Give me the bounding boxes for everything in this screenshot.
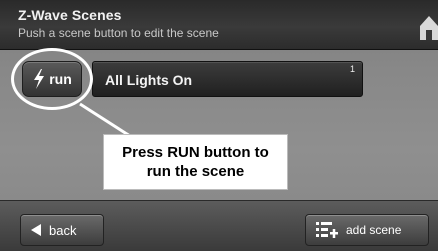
callout-highlight-ring: [11, 48, 93, 110]
instruction-callout: Press RUN button to run the scene: [103, 134, 288, 190]
home-icon[interactable]: [416, 12, 438, 42]
footer-bar: back add scene: [0, 200, 438, 251]
page-title: Z-Wave Scenes: [18, 7, 122, 23]
list-plus-icon: [316, 222, 338, 238]
left-arrow-icon: [31, 224, 41, 236]
header: Z-Wave Scenes Push a scene button to edi…: [0, 0, 438, 50]
page-subtitle: Push a scene button to edit the scene: [18, 26, 219, 40]
zwave-scenes-screen: Z-Wave Scenes Push a scene button to edi…: [0, 0, 438, 251]
scene-number: 1: [349, 64, 355, 74]
add-scene-button-label: add scene: [346, 223, 402, 237]
scene-name-label: All Lights On: [105, 72, 193, 88]
add-scene-button[interactable]: add scene: [305, 214, 429, 246]
callout-text: Press RUN button to run the scene: [122, 144, 269, 180]
scene-button-all-lights-on[interactable]: All Lights On 1: [92, 61, 363, 97]
back-button[interactable]: back: [20, 214, 104, 246]
back-button-label: back: [49, 222, 77, 238]
